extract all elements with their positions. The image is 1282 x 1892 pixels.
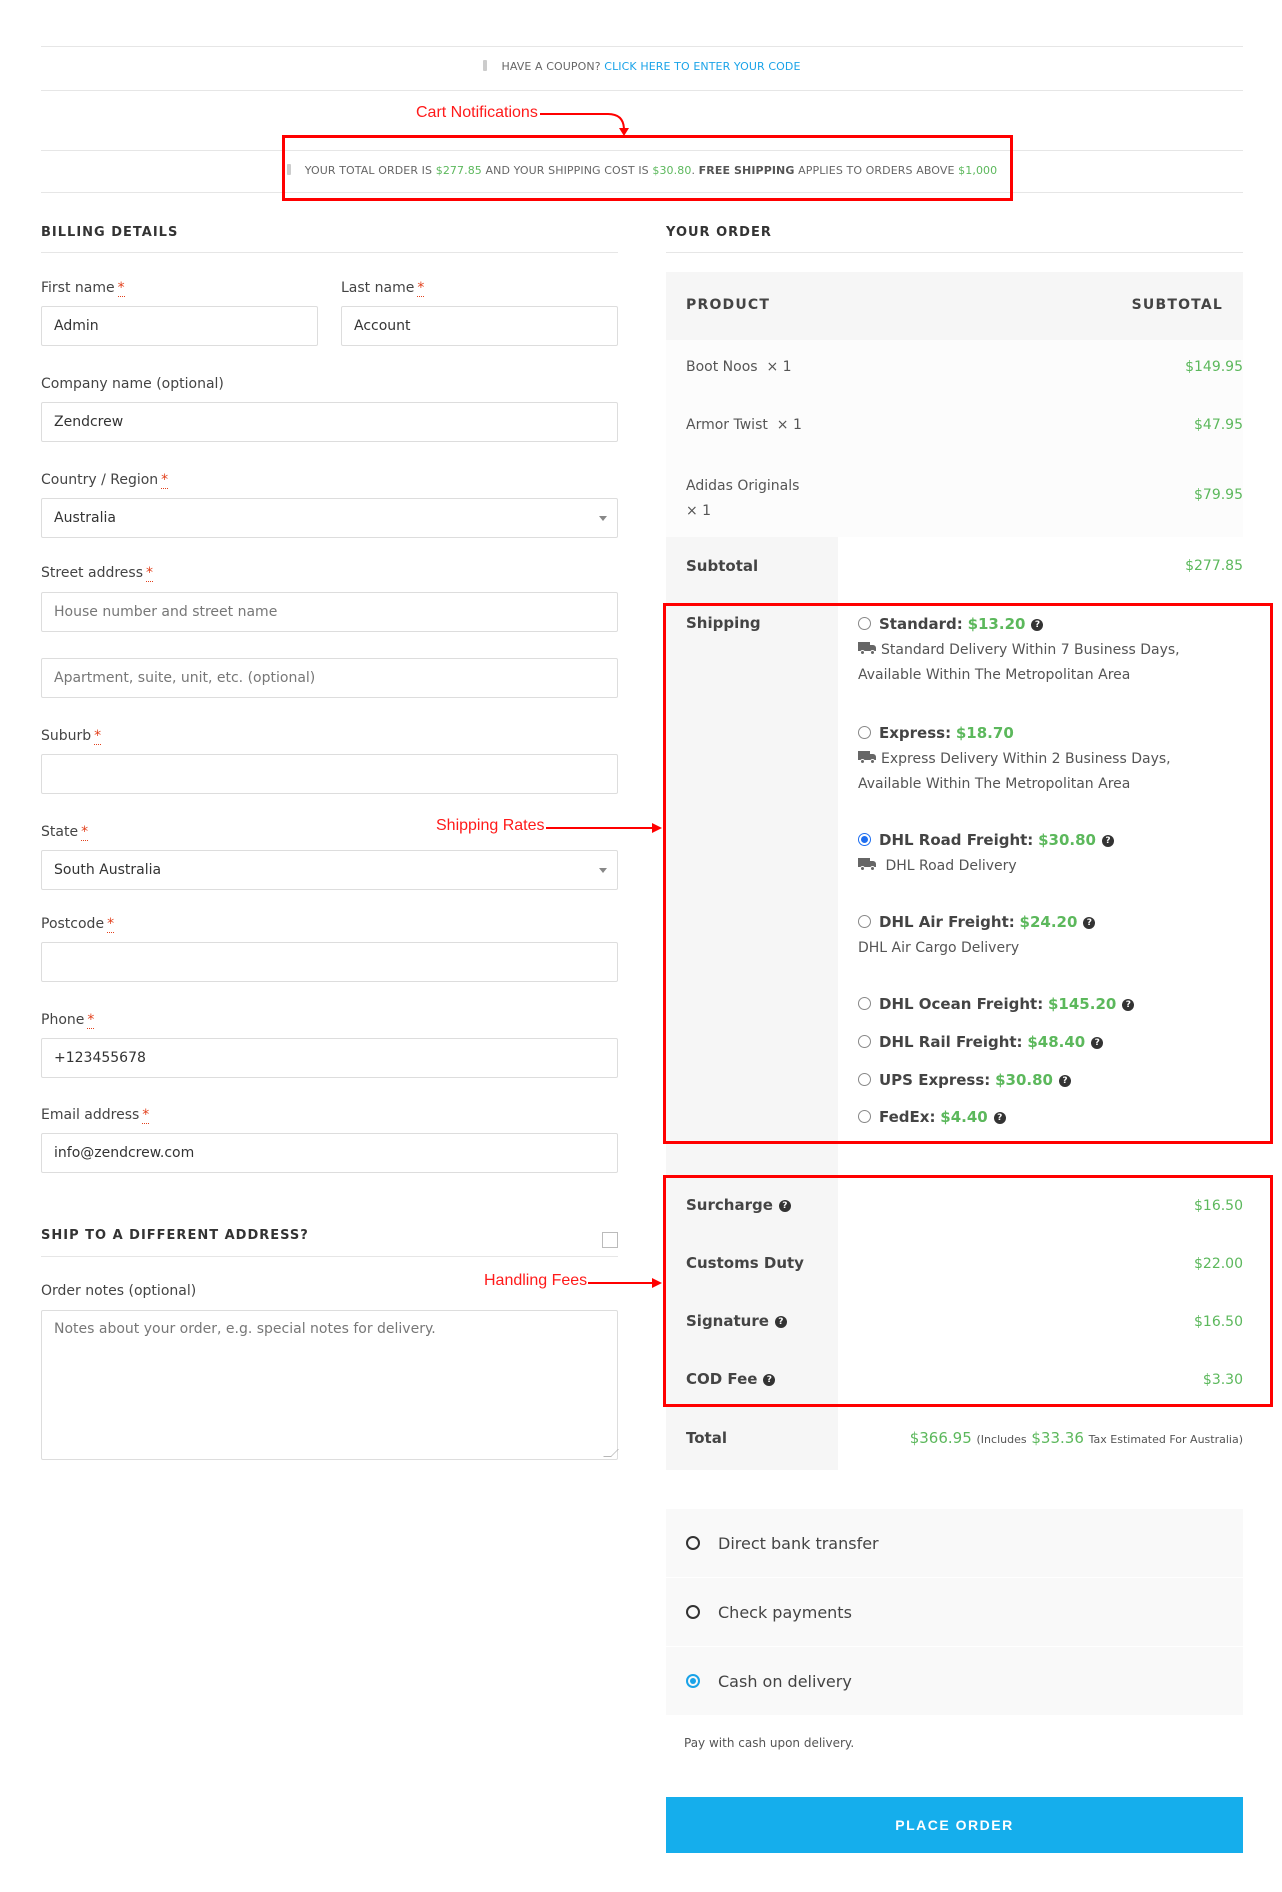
street-label: Street address * [41, 565, 153, 582]
resize-handle-icon[interactable] [603, 1449, 619, 1457]
payment-method-cod[interactable]: Cash on delivery [666, 1647, 1243, 1715]
coupon-notice: HAVE A COUPON? CLICK HERE TO ENTER YOUR … [41, 60, 1243, 73]
payment-label: Cash on delivery [718, 1671, 852, 1691]
annotation-arrow-handling [588, 1278, 662, 1288]
billing-title: BILLING DETAILS [41, 225, 179, 240]
radio-icon[interactable] [686, 1536, 700, 1550]
coupon-prefix: HAVE A COUPON? [501, 60, 601, 73]
country-select[interactable]: Australia [41, 498, 618, 538]
company-label: Company name (optional) [41, 376, 224, 392]
email-label: Email address * [41, 1107, 150, 1124]
enter-coupon-link[interactable]: CLICK HERE TO ENTER YOUR CODE [604, 60, 800, 73]
annotation-box-cart-notifications [282, 135, 1013, 201]
order-item: Boot Noos × 1 [686, 359, 792, 375]
postcode-input[interactable] [41, 942, 618, 982]
first-name-input[interactable]: Admin [41, 306, 318, 346]
ship-different-title: SHIP TO A DIFFERENT ADDRESS? [41, 1228, 309, 1243]
suburb-label: Suburb * [41, 728, 102, 745]
street-input[interactable]: House number and street name [41, 592, 618, 632]
payment-method-check[interactable]: Check payments [666, 1578, 1243, 1646]
postcode-label: Postcode * [41, 916, 115, 933]
order-notes-label: Order notes (optional) [41, 1283, 197, 1299]
last-name-label: Last name * [341, 280, 425, 297]
order-item-total: $149.95 [1185, 359, 1243, 375]
company-input[interactable]: Zendcrew [41, 402, 618, 442]
annotation-cart-notifications: Cart Notifications [416, 104, 538, 121]
apartment-input[interactable]: Apartment, suite, unit, etc. (optional) [41, 658, 618, 698]
annotation-box-shipping-rates [663, 603, 1273, 1144]
subtotal-label: Subtotal [686, 557, 759, 575]
state-value: South Australia [54, 862, 162, 878]
radio-icon[interactable] [686, 1605, 700, 1619]
payment-label: Check payments [718, 1602, 852, 1622]
payment-description: Pay with cash upon delivery. [684, 1736, 855, 1750]
order-title: YOUR ORDER [666, 225, 772, 240]
state-select[interactable]: South Australia [41, 850, 618, 890]
phone-label: Phone * [41, 1012, 95, 1029]
email-input[interactable]: info@zendcrew.com [41, 1133, 618, 1173]
order-item-total: $79.95 [1194, 487, 1243, 503]
suburb-input[interactable] [41, 754, 618, 794]
chevron-down-icon [599, 516, 607, 521]
order-notes-placeholder: Notes about your order, e.g. special not… [54, 1321, 436, 1337]
subtotal-value: $277.85 [1185, 558, 1243, 574]
total-label: Total [686, 1429, 727, 1447]
state-label: State * [41, 824, 89, 841]
total-amount: $366.95 [909, 1429, 972, 1447]
chevron-down-icon [599, 868, 607, 873]
order-item: Adidas Originals × 1 [686, 478, 800, 519]
total-value: $366.95 (Includes $33.36 Tax Estimated F… [910, 1429, 1243, 1447]
last-name-input[interactable]: Account [341, 306, 618, 346]
header-subtotal: SUBTOTAL [1131, 297, 1223, 313]
payment-label: Direct bank transfer [718, 1533, 879, 1553]
ship-different-checkbox[interactable] [602, 1232, 618, 1248]
order-notes-textarea[interactable]: Notes about your order, e.g. special not… [41, 1310, 619, 1460]
tax-prefix: (Includes [976, 1433, 1027, 1446]
phone-input[interactable]: +123455678 [41, 1038, 618, 1078]
country-value: Australia [54, 510, 116, 526]
tax-suffix: Tax Estimated For Australia) [1088, 1433, 1243, 1446]
annotation-arrow-cart [540, 113, 629, 136]
country-label: Country / Region * [41, 472, 169, 489]
place-order-button[interactable]: PLACE ORDER [666, 1797, 1243, 1853]
annotation-arrow-shipping [546, 823, 662, 833]
order-item-total: $47.95 [1194, 417, 1243, 433]
info-icon [483, 60, 488, 71]
header-product: PRODUCT [686, 297, 771, 313]
payment-method-bank[interactable]: Direct bank transfer [666, 1509, 1243, 1577]
annotation-box-handling-fees [663, 1175, 1273, 1407]
radio-selected-icon[interactable] [686, 1674, 700, 1688]
annotation-shipping-rates: Shipping Rates [436, 817, 545, 834]
order-item: Armor Twist × 1 [686, 417, 802, 433]
first-name-label: First name * [41, 280, 125, 297]
annotation-handling-fees: Handling Fees [484, 1272, 588, 1289]
tax-amount: $33.36 [1031, 1429, 1084, 1447]
